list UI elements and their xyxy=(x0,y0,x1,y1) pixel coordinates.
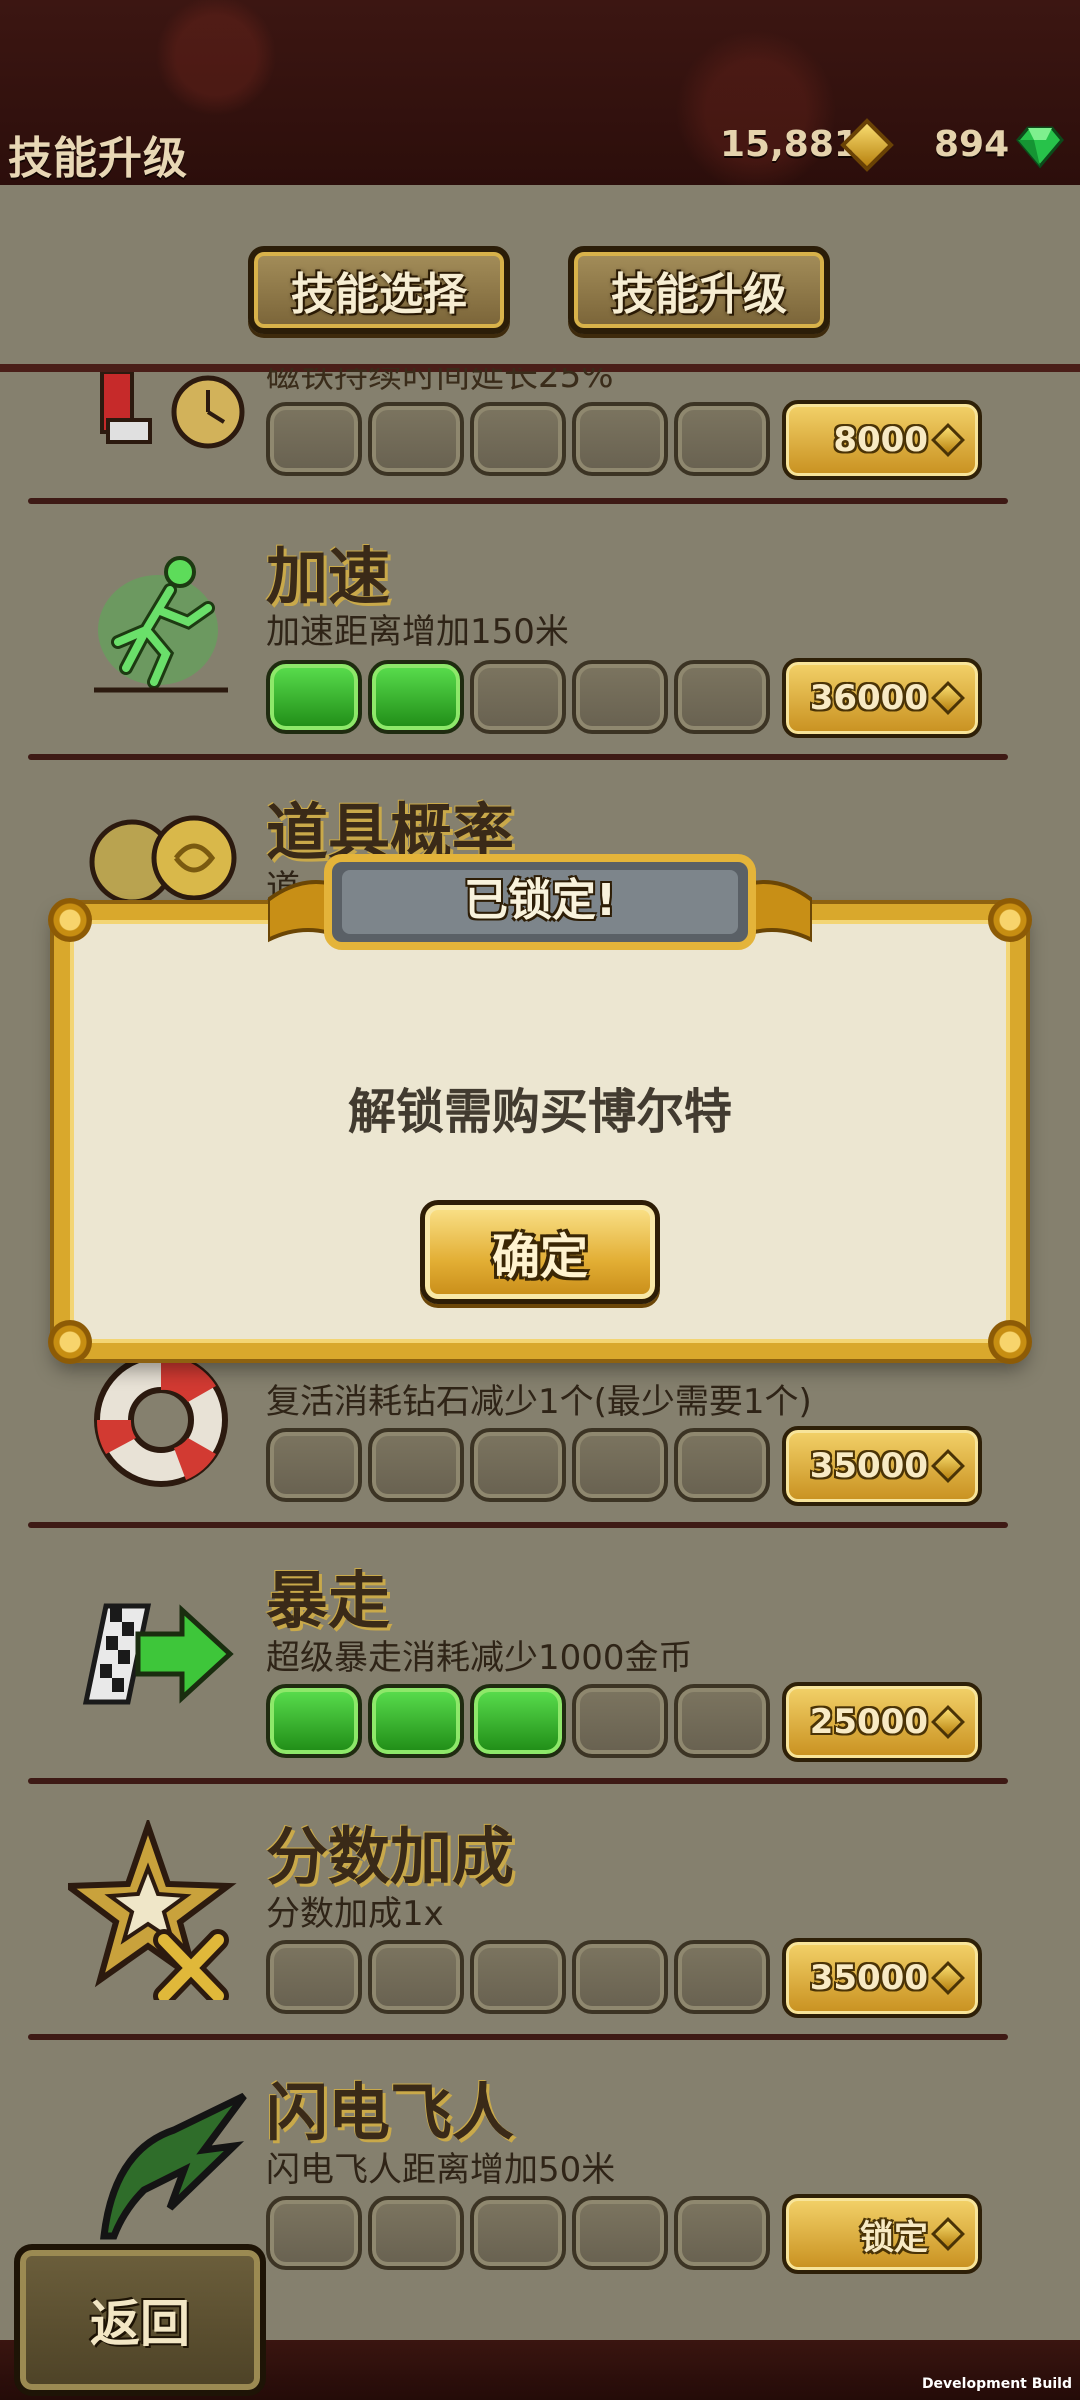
skill-desc: 分数加成1x xyxy=(266,1894,444,1934)
coin-icon xyxy=(931,681,965,715)
level-slot xyxy=(368,1940,464,2014)
locked-skill-button[interactable]: 锁定 xyxy=(782,2194,982,2274)
skill-desc: 超级暴走消耗减少1000金币 xyxy=(266,1638,693,1678)
level-slot-filled xyxy=(368,1684,464,1758)
skill-desc: 闪电飞人距离增加50米 xyxy=(266,2150,616,2190)
level-slot xyxy=(470,402,566,476)
row-divider xyxy=(28,2034,1008,2040)
skill-name: 闪电飞人 xyxy=(266,2076,515,2149)
tab-skill-upgrade[interactable]: 技能升级 xyxy=(568,246,830,334)
level-slot xyxy=(674,1940,770,2014)
running-man-icon xyxy=(94,556,228,693)
level-slot xyxy=(674,1684,770,1758)
row-divider xyxy=(28,754,1008,760)
coin-icon xyxy=(931,1961,965,1995)
skill-name: 加速 xyxy=(266,540,391,613)
checkered-arrow-icon xyxy=(82,1603,234,1705)
upgrade-price-button[interactable]: 8000 xyxy=(782,400,982,480)
level-slot xyxy=(572,2196,668,2270)
level-slot xyxy=(674,402,770,476)
emerald-gem-icon xyxy=(1016,126,1064,169)
star-multiplier-icon xyxy=(68,1820,237,2000)
level-slot xyxy=(368,2196,464,2270)
row-divider xyxy=(28,1522,1008,1528)
upgrade-price-button[interactable]: 35000 xyxy=(782,1938,982,2018)
level-slot xyxy=(674,660,770,734)
level-slot xyxy=(572,660,668,734)
price-label: 8000 xyxy=(833,420,928,460)
level-slot xyxy=(674,1428,770,1502)
price-label: 35000 xyxy=(809,1446,928,1486)
upgrade-price-button[interactable]: 36000 xyxy=(782,658,982,738)
coin-icon xyxy=(931,1705,965,1739)
skill-name: 暴走 xyxy=(266,1564,391,1637)
skill-desc: 加速距离增加150米 xyxy=(266,612,569,652)
coin-icon xyxy=(931,1449,965,1483)
locked-label: 锁定 xyxy=(860,2217,928,2258)
tab-skill-select[interactable]: 技能选择 xyxy=(248,246,510,334)
dev-build-label: Development Build xyxy=(921,2376,1072,2392)
frame-corner-ornament xyxy=(48,1320,92,1364)
level-slot xyxy=(572,1684,668,1758)
life-ring-icon xyxy=(94,1353,228,1487)
gems-count: 894 xyxy=(934,124,1010,165)
level-slot-filled xyxy=(470,1684,566,1758)
level-slot xyxy=(368,402,464,476)
page-title: 技能升级 xyxy=(8,133,188,184)
level-slot xyxy=(266,1940,362,2014)
skill-desc: 复活消耗钻石减少1个(最少需要1个) xyxy=(266,1382,812,1422)
coin-icon xyxy=(931,2217,965,2251)
level-slot xyxy=(266,1428,362,1502)
frame-corner-ornament xyxy=(48,898,92,942)
row-divider xyxy=(28,498,1008,504)
level-slot xyxy=(470,660,566,734)
upgrade-price-button[interactable]: 25000 xyxy=(782,1682,982,1762)
level-slot-filled xyxy=(368,660,464,734)
price-label: 35000 xyxy=(809,1958,928,1998)
level-slot xyxy=(470,2196,566,2270)
price-label: 25000 xyxy=(809,1702,928,1742)
level-slot xyxy=(470,1940,566,2014)
level-slot xyxy=(572,1940,668,2014)
level-slot xyxy=(266,2196,362,2270)
frame-corner-ornament xyxy=(988,1320,1032,1364)
dialog-message: 解锁需购买博尔特 xyxy=(347,1084,732,1140)
skill-name: 分数加成 xyxy=(266,1820,515,1893)
price-label: 36000 xyxy=(809,678,928,718)
level-slot-filled xyxy=(266,1684,362,1758)
top-bar: 技能升级 15,881 894 xyxy=(0,0,1080,185)
row-divider xyxy=(28,1778,1008,1784)
back-button[interactable]: 返回 xyxy=(14,2244,266,2396)
upgrade-price-button[interactable]: 35000 xyxy=(782,1426,982,1506)
magnet-timer-icon xyxy=(100,372,245,449)
frame-corner-ornament xyxy=(988,898,1032,942)
coin-icon xyxy=(931,423,965,457)
lightning-wing-icon xyxy=(100,2092,247,2240)
coins-count: 15,881 xyxy=(720,124,859,165)
level-slot xyxy=(470,1428,566,1502)
level-slot xyxy=(572,1428,668,1502)
level-slot xyxy=(266,402,362,476)
level-slot xyxy=(572,402,668,476)
dialog-title: 已锁定! xyxy=(463,875,617,926)
level-slot-filled xyxy=(266,660,362,734)
level-slot xyxy=(674,2196,770,2270)
level-slot xyxy=(368,1428,464,1502)
confirm-button[interactable]: 确定 xyxy=(420,1200,660,1304)
